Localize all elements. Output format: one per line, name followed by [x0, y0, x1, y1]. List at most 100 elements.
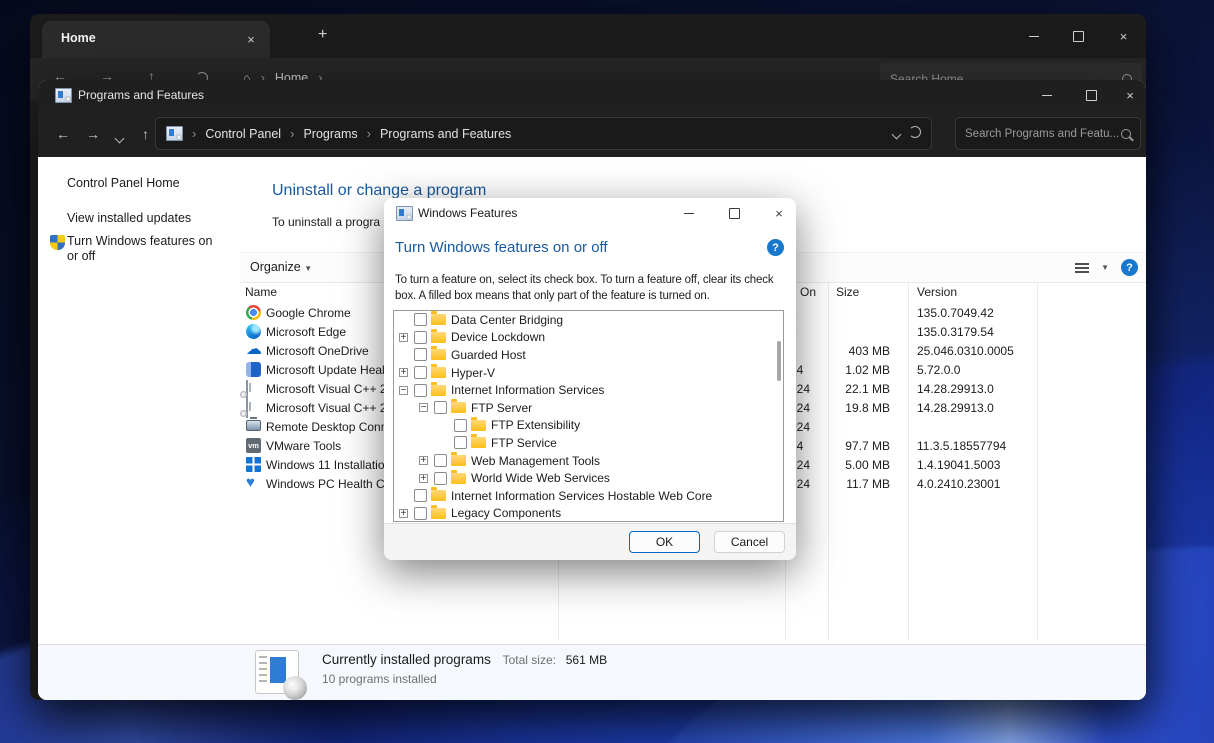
dialog-title: Windows Features [418, 206, 517, 220]
screen: Home × + × ← → ↑ ⌂ › Home › Search Home [0, 0, 1214, 743]
feature-row[interactable]: FTP Extensibility [394, 417, 783, 435]
explorer-tab-home[interactable]: Home × [42, 21, 270, 58]
program-size: 97.7 MB [798, 439, 890, 453]
feature-row[interactable]: + Legacy Components [394, 505, 783, 522]
minimize-icon[interactable] [668, 198, 710, 228]
cancel-button[interactable]: Cancel [714, 531, 785, 553]
close-icon[interactable]: × [1114, 80, 1146, 110]
breadcrumb-separator: › [192, 126, 196, 141]
feature-row[interactable]: + Device Lockdown [394, 329, 783, 347]
ok-button[interactable]: OK [629, 531, 700, 553]
feature-checkbox[interactable] [454, 436, 467, 449]
program-name: Windows PC Health Ch [266, 477, 391, 491]
feature-label: Guarded Host [451, 348, 526, 362]
feature-row[interactable]: + Hyper-V [394, 364, 783, 382]
column-version[interactable]: Version [917, 285, 957, 299]
feature-checkbox[interactable] [434, 454, 447, 467]
pf-titlebar[interactable]: Programs and Features × [38, 80, 1146, 110]
window-title: Programs and Features [78, 88, 204, 102]
feature-checkbox[interactable] [414, 507, 427, 520]
up-icon[interactable]: ↑ [142, 126, 149, 142]
help-icon[interactable]: ? [767, 239, 784, 256]
organize-button[interactable]: Organize ▼ [250, 260, 312, 274]
organize-label: Organize [250, 260, 301, 274]
feature-checkbox[interactable] [414, 489, 427, 502]
feature-checkbox[interactable] [414, 331, 427, 344]
pf-search-input[interactable]: Search Programs and Featu... [955, 117, 1141, 150]
back-icon[interactable]: ← [56, 126, 70, 142]
feature-label: Legacy Components [451, 506, 561, 520]
edge-icon [246, 324, 261, 339]
search-icon[interactable] [1121, 129, 1131, 139]
feature-row[interactable]: − Internet Information Services [394, 381, 783, 399]
installer-icon [246, 399, 248, 418]
maximize-icon[interactable] [1069, 80, 1114, 110]
feature-checkbox[interactable] [414, 313, 427, 326]
program-version: 4.0.2410.23001 [917, 477, 1000, 491]
minimize-icon[interactable] [1011, 21, 1056, 51]
explorer-tab-bar[interactable]: Home × + × [30, 14, 1146, 58]
breadcrumb-item-control-panel[interactable]: Control Panel [205, 127, 281, 141]
feature-checkbox[interactable] [414, 384, 427, 397]
dialog-footer: OK Cancel [384, 523, 796, 560]
address-dropdown-icon[interactable] [893, 127, 900, 141]
feature-label: Hyper-V [451, 366, 495, 380]
expand-icon[interactable]: + [399, 509, 408, 518]
folder-icon [431, 349, 446, 360]
collapse-icon[interactable]: − [419, 403, 428, 412]
dialog-titlebar[interactable]: Windows Features × [384, 198, 796, 228]
collapse-icon[interactable]: − [399, 386, 408, 395]
search-placeholder: Search Programs and Featu... [965, 128, 1119, 140]
close-icon[interactable]: × [758, 198, 800, 228]
feature-checkbox[interactable] [414, 348, 427, 361]
column-size[interactable]: Size [836, 285, 859, 299]
feature-checkbox[interactable] [434, 401, 447, 414]
new-tab-icon[interactable]: + [318, 26, 327, 44]
program-name: Google Chrome [266, 306, 351, 320]
feature-row[interactable]: + World Wide Web Services [394, 469, 783, 487]
windows-icon [246, 457, 261, 472]
feature-row[interactable]: FTP Service [394, 434, 783, 452]
help-icon[interactable]: ? [1121, 259, 1138, 276]
minimize-icon[interactable] [1024, 80, 1069, 110]
address-bar[interactable]: › Control Panel › Programs › Programs an… [155, 117, 932, 150]
column-name[interactable]: Name [245, 285, 277, 299]
forward-icon[interactable]: → [86, 126, 100, 142]
breadcrumb-item-programs-and-features[interactable]: Programs and Features [380, 127, 511, 141]
expand-icon[interactable]: + [419, 456, 428, 465]
chrome-icon [246, 305, 261, 320]
feature-checkbox[interactable] [414, 366, 427, 379]
expand-icon[interactable]: + [419, 474, 428, 483]
feature-row[interactable]: Internet Information Services Hostable W… [394, 487, 783, 505]
tab-close-icon[interactable]: × [242, 30, 260, 48]
programs-and-features-icon [55, 88, 72, 103]
sidebar-item-control-panel-home[interactable]: Control Panel Home [67, 176, 180, 190]
maximize-icon[interactable] [1056, 21, 1101, 51]
chevron-down-icon[interactable]: ▼ [1101, 263, 1109, 272]
breadcrumb-separator: › [367, 126, 371, 141]
sidebar-item-turn-windows-features[interactable]: Turn Windows features on or off [67, 234, 225, 264]
expand-icon[interactable]: + [399, 333, 408, 342]
program-name: Microsoft Visual C++ 2 [266, 401, 387, 415]
program-name: Microsoft Visual C++ 2 [266, 382, 387, 396]
feature-row[interactable]: Guarded Host [394, 346, 783, 364]
feature-row[interactable]: Data Center Bridging [394, 311, 783, 329]
close-icon[interactable]: × [1101, 21, 1146, 51]
feature-row[interactable]: + Web Management Tools [394, 452, 783, 470]
features-tree[interactable]: Data Center Bridging + Device Lockdown G… [393, 310, 784, 522]
sidebar-item-view-installed-updates[interactable]: View installed updates [67, 211, 191, 225]
installed-count: 10 programs installed [322, 672, 437, 686]
feature-row[interactable]: − FTP Server [394, 399, 783, 417]
view-list-icon[interactable] [1075, 263, 1089, 273]
feature-label: FTP Service [491, 436, 557, 450]
scrollbar-thumb[interactable] [777, 341, 781, 381]
pf-window-controls: × [1024, 80, 1146, 110]
feature-checkbox[interactable] [454, 419, 467, 432]
recent-locations-icon[interactable] [116, 129, 123, 145]
expand-icon[interactable]: + [399, 368, 408, 377]
feature-checkbox[interactable] [434, 472, 447, 485]
breadcrumb-item-programs[interactable]: Programs [303, 127, 357, 141]
refresh-icon[interactable] [909, 126, 921, 141]
maximize-icon[interactable] [713, 198, 755, 228]
program-size: 403 MB [798, 344, 890, 358]
